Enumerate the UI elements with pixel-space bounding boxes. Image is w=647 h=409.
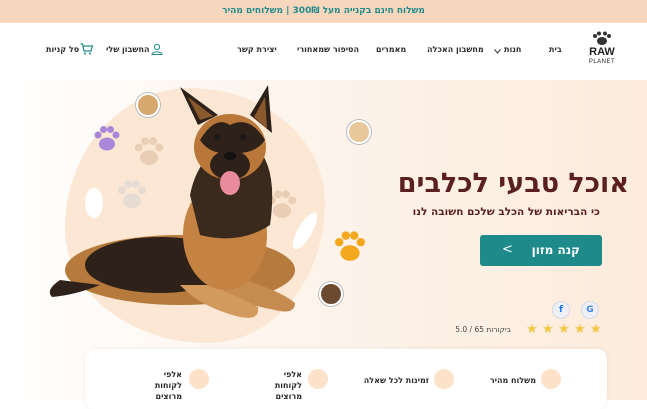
cta-label: קנה מזון xyxy=(531,243,580,257)
star-icon: ★ xyxy=(574,322,586,337)
cta-arrow-icon: < xyxy=(502,242,513,257)
nav-our-story[interactable]: הסיפור שמאחורי xyxy=(297,45,359,54)
feature-label: אלפי לקוחות מרוצים xyxy=(274,370,302,401)
truck-icon xyxy=(541,369,561,389)
site-header: RAW PLANET בית חנות מחשבון האכלה מאמרים … xyxy=(0,23,647,80)
review-avatar xyxy=(347,120,371,144)
features-bar: משלוח מהיר זמינות לכל שאלה אלפי לקוחות מ… xyxy=(85,349,607,409)
feature-label: זמינות לכל שאלה xyxy=(363,376,429,385)
logo-text-raw: RAW xyxy=(589,46,615,58)
star-icon: ★ xyxy=(590,322,602,337)
announcement-text: משלוח חינם בקנייה מעל 300₪ | משלוחים מהי… xyxy=(222,6,425,16)
nav-feeding-calculator[interactable]: מחשבון האכלה xyxy=(427,45,484,54)
review-avatar xyxy=(136,93,160,117)
facebook-review-icon[interactable]: f xyxy=(553,302,569,318)
account-label: החשבון שלי xyxy=(106,45,150,54)
nav-articles[interactable]: מאמרים xyxy=(376,45,406,54)
feature-label: אלפי לקוחות מרוצים xyxy=(154,370,182,401)
user-icon xyxy=(151,43,163,55)
star-icon: ★ xyxy=(542,322,554,337)
google-review-icon[interactable]: G xyxy=(582,302,598,318)
paw-logo-icon xyxy=(593,31,611,45)
feature-label: משלוח מהיר xyxy=(489,376,536,385)
review-avatar xyxy=(319,282,343,306)
hero-subtitle: כי הבריאות של הכלב שלכם חשובה לנו xyxy=(412,206,600,218)
announcement-bar: משלוח חינם בקנייה מעל 300₪ | משלוחים מהי… xyxy=(0,0,647,23)
nav-shop[interactable]: חנות xyxy=(504,45,521,54)
german-shepherd-dog-image xyxy=(49,85,295,318)
hero-title: אוכל טבעי לכלבים xyxy=(397,168,629,199)
cart-icon xyxy=(80,43,93,55)
badge-icon xyxy=(308,369,328,389)
brain-icon xyxy=(189,369,209,389)
cart-label: סל קניות xyxy=(46,45,80,54)
headset-icon xyxy=(434,369,454,389)
chevron-down-icon[interactable] xyxy=(494,49,501,54)
nav-home[interactable]: בית xyxy=(549,45,562,54)
nav-contact[interactable]: יצירת קשר xyxy=(237,45,277,54)
rating-text: 5.0 / 65 ביקורות xyxy=(455,325,511,334)
shop-food-button[interactable]: < קנה מזון xyxy=(480,235,602,266)
star-icon: ★ xyxy=(558,322,570,337)
logo[interactable]: RAW PLANET xyxy=(584,31,620,71)
logo-text-planet: PLANET xyxy=(588,59,616,65)
star-icon: ★ xyxy=(526,322,538,337)
